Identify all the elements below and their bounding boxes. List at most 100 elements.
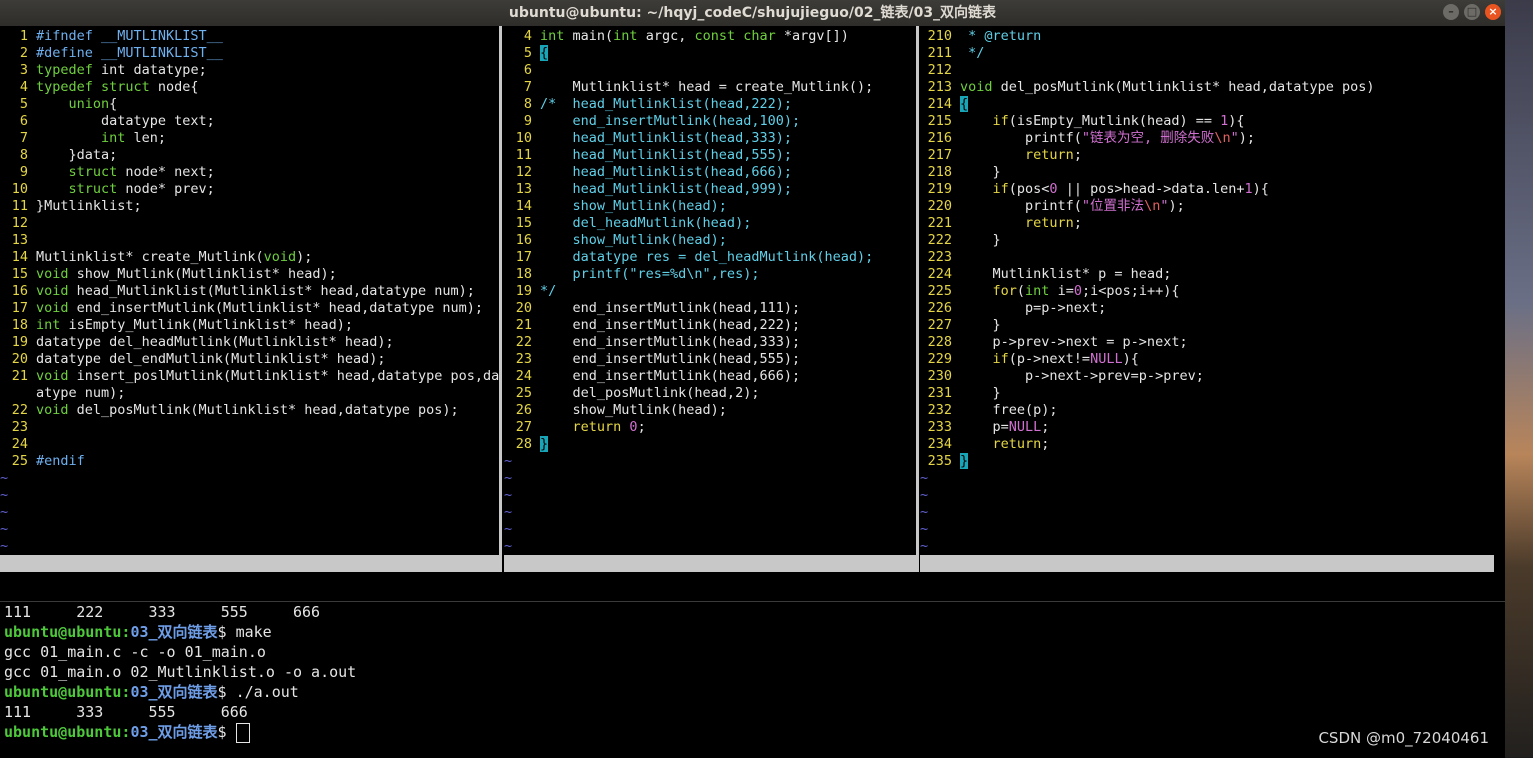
- vim-pane-header[interactable]: 1 #ifndef __MUTLINKLIST__ 2 #define __MUTLI…: [0, 26, 499, 598]
- code-token: isEmpty_Mutlink(Mutlinklist* head);: [60, 317, 353, 333]
- line-number: 229: [927, 351, 952, 367]
- code-line: 11}Mutlinklist;: [0, 198, 499, 215]
- line-number: 20: [11, 351, 28, 367]
- code-token: show_Mutlink(head);: [540, 232, 727, 248]
- line-number: 10: [11, 181, 28, 197]
- code-token: show_Mutlink(head);: [540, 198, 727, 214]
- text-cursor[interactable]: [235, 722, 250, 743]
- code-token: (p->next!=: [1008, 351, 1091, 367]
- code-token: }: [960, 232, 1001, 248]
- line-number: 223: [927, 249, 952, 265]
- status-filename: 02_Mutlinklist.c: [924, 572, 1055, 588]
- code-token: ;: [1041, 419, 1050, 435]
- code-token: end_insertMutlink(head,111);: [540, 300, 801, 316]
- close-button[interactable]: ×: [1485, 4, 1501, 20]
- vertical-split-divider[interactable]: [916, 26, 919, 572]
- code-line: 226 p=p->next;: [920, 300, 1494, 317]
- code-line: 3 typedef int datatype;: [0, 62, 499, 79]
- line-number: 13: [515, 181, 532, 197]
- code-token: int: [540, 28, 565, 44]
- code-line: 211 */: [920, 45, 1494, 62]
- code-line: 23 end_insertMutlink(head,555);: [504, 351, 916, 368]
- terminal-window[interactable]: 1 #ifndef __MUTLINKLIST__ 2 #define __MUTLI…: [0, 26, 1505, 758]
- line-number: 17: [11, 300, 28, 316]
- code-token: 0: [1049, 181, 1058, 197]
- code-token: node* next;: [117, 164, 215, 180]
- code-line: 12: [0, 215, 499, 232]
- line-number: 4: [523, 28, 532, 44]
- minimize-button[interactable]: –: [1443, 4, 1459, 20]
- code-line: 15 void show_Mutlink(Mutlinklist* head);: [0, 266, 499, 283]
- code-token: );: [1168, 198, 1185, 214]
- line-number: 210: [927, 28, 952, 44]
- code-line: 10 struct node* prev;: [0, 181, 499, 198]
- vertical-split-divider[interactable]: [499, 26, 502, 572]
- vim-editor[interactable]: 1 #ifndef __MUTLINKLIST__ 2 #define __MUTLI…: [0, 26, 1505, 598]
- code-token: ){: [1228, 113, 1245, 129]
- line-number: 18: [515, 266, 532, 282]
- window-titlebar[interactable]: ubuntu@ubuntu: ~/hqyj_codeC/shujujieguo/…: [0, 0, 1505, 26]
- line-number: 22: [11, 402, 28, 418]
- line-number: 12: [515, 164, 532, 180]
- status-filename: 01_main.c: [508, 572, 582, 588]
- code-line: 21 end_insertMutlink(head,222);: [504, 317, 916, 334]
- code-token: int: [36, 317, 61, 333]
- code-token: head_Mutlinklist(head,666);: [540, 164, 792, 180]
- vim-pane-main[interactable]: 4 int main(int argc, const char *argv[]) 5…: [504, 26, 916, 598]
- code-token: 1: [1244, 181, 1253, 197]
- code-line: 8 /* head_Mutlinklist(head,222);: [504, 96, 916, 113]
- line-number: 27: [515, 419, 532, 435]
- line-number: 21: [515, 317, 532, 333]
- code-line: 13: [0, 232, 499, 249]
- code-token: show_Mutlink(head);: [540, 402, 727, 418]
- prompt-dir: 03_双向链表: [130, 623, 218, 641]
- line-number: 227: [927, 317, 952, 333]
- code-token: void: [36, 266, 69, 282]
- code-token: i=: [1049, 283, 1074, 299]
- line-number: 233: [927, 419, 952, 435]
- status-cursor-pos: 22,4: [352, 589, 385, 598]
- shell-prompt-line: ubuntu@ubuntu:03_双向链表$ make: [0, 622, 1505, 642]
- code-token: datatype text;: [36, 113, 215, 129]
- code-token: Mutlinklist* p = head;: [960, 266, 1172, 282]
- code-line: 234 return;: [920, 436, 1494, 453]
- shell-prompt-line: ubuntu@ubuntu:03_双向链表$ ./a.out: [0, 682, 1505, 702]
- code-line: 231 }: [920, 385, 1494, 402]
- empty-line-tilde: ~: [504, 521, 513, 537]
- code-token: if: [992, 351, 1009, 367]
- line-number: 15: [11, 266, 28, 282]
- code-token: int: [36, 130, 126, 146]
- code-token: const char: [694, 28, 776, 44]
- code-token: show_Mutlink(Mutlinklist* head);: [68, 266, 337, 282]
- code-line: 216 printf("链表为空, 删除失败\n");: [920, 130, 1494, 147]
- code-line: 24 end_insertMutlink(head,666);: [504, 368, 916, 385]
- code-line: 1 #ifndef __MUTLINKLIST__: [0, 28, 499, 45]
- code-line: 16 void head_Mutlinklist(Mutlinklist* hea…: [0, 283, 499, 300]
- shell-output-line: gcc 01_main.c -c -o 01_main.o: [4, 643, 266, 661]
- code-token: );: [296, 249, 313, 265]
- vim-statusline: 03_Mutlinklist.h 22,4 全部: [0, 555, 499, 598]
- code-line: 222 }: [920, 232, 1494, 249]
- code-line: 20 datatype del_endMutlink(Mutlinklist* h…: [0, 351, 499, 368]
- empty-line-tilde: ~: [504, 453, 513, 469]
- code-token: ": [1230, 130, 1239, 146]
- maximize-button[interactable]: □: [1464, 4, 1480, 20]
- code-token: end_insertMutlink(head,333);: [540, 334, 801, 350]
- line-number: 24: [515, 368, 532, 384]
- line-number: 222: [927, 232, 952, 248]
- shell-output[interactable]: 111 222 333 555 666 ubuntu@ubuntu:03_双向链表…: [0, 601, 1505, 758]
- line-number: 4: [19, 79, 28, 95]
- code-line: 25 #endif: [0, 453, 499, 470]
- vim-pane-impl[interactable]: 210 * @return 211 */212 213 void del_posMut…: [920, 26, 1494, 598]
- code-line: 26 show_Mutlink(head);: [504, 402, 916, 419]
- code-token: (isEmpty_Mutlink(head) ==: [1008, 113, 1221, 129]
- shell-output-line: gcc 01_main.o 02_Mutlinklist.o -o a.out: [4, 663, 357, 681]
- line-number: 14: [515, 198, 532, 214]
- code-token: p->next->prev=p->prev;: [960, 368, 1204, 384]
- code-line: 22 end_insertMutlink(head,333);: [504, 334, 916, 351]
- line-number: 17: [515, 249, 532, 265]
- line-number: 13: [11, 232, 28, 248]
- code-line: 229 if(p->next!=NULL){: [920, 351, 1494, 368]
- line-number: 215: [927, 113, 952, 129]
